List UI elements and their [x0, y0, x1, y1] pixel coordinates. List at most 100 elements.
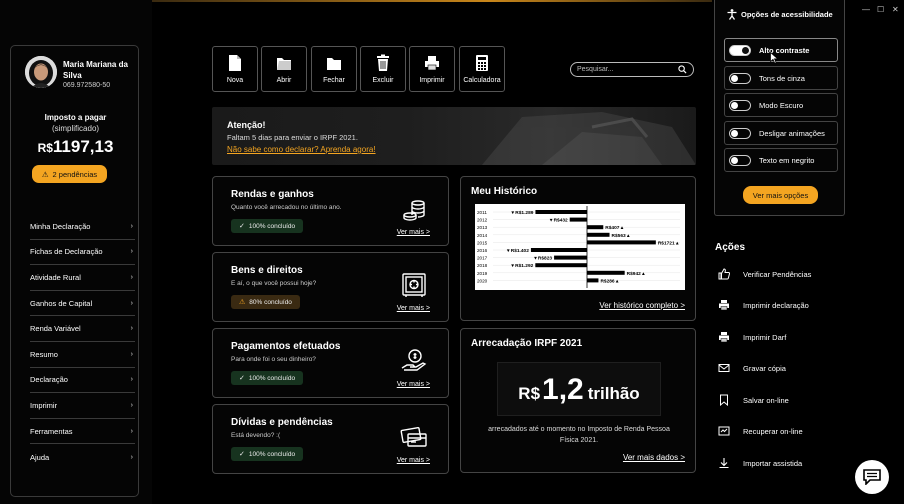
alert-background-image [482, 112, 696, 165]
card-title: Rendas e ganhos [231, 189, 314, 200]
more-options-button[interactable]: Ver mais opções [743, 186, 818, 204]
chevron-right-icon: › [130, 427, 133, 435]
option-high-contrast[interactable]: Alto contraste [724, 38, 838, 62]
action-check-pending[interactable]: Verificar Pendências [718, 268, 811, 280]
chart-data-label: R$942 ▴ [627, 271, 645, 277]
maximize-window-icon[interactable]: ☐ [877, 5, 884, 14]
card-dividas: Dívidas e pendências Está devendo? :( ✓ 1… [212, 404, 449, 474]
card-view-more-link[interactable]: Ver mais > [397, 305, 430, 312]
option-disable-animations[interactable]: Desligar animações [724, 121, 838, 145]
actions-title: Ações [715, 242, 746, 253]
new-button[interactable]: Nova [212, 46, 258, 92]
minimize-window-icon[interactable]: — [862, 5, 870, 14]
disable-animations-toggle[interactable] [729, 127, 751, 139]
sidebar-item-renda-variavel[interactable]: Renda Variável › [30, 316, 135, 342]
calculator-button[interactable]: Calculadora [459, 46, 505, 92]
calculator-icon [476, 55, 488, 71]
chart-data-label: ▾ R$1.292 [510, 263, 533, 269]
sidebar-menu: Minha Declaração › Fichas de Declaração › … [30, 214, 135, 470]
search-input[interactable]: Pesquisar... [570, 62, 694, 77]
card-bens: Bens e direitos E aí, o que você possui … [212, 252, 449, 322]
sidebar-item-atividade-rural[interactable]: Atividade Rural › [30, 265, 135, 291]
close-button[interactable]: Fechar [311, 46, 357, 92]
dark-mode-toggle[interactable] [729, 99, 751, 111]
status-badge-label: 100% concluído [248, 374, 296, 382]
chart-year-label: 2016 [477, 248, 488, 253]
chart-year-label: 2013 [477, 225, 488, 230]
action-assisted-import[interactable]: Importar assistida [718, 457, 802, 469]
mouse-cursor-icon [770, 52, 778, 64]
chart-year-label: 2019 [477, 271, 488, 276]
card-view-more-link[interactable]: Ver mais > [397, 229, 430, 236]
collection-more-link[interactable]: Ver mais dados > [623, 453, 685, 462]
sidebar-item-ajuda[interactable]: Ajuda › [30, 444, 135, 470]
chart-data-label: R$1721 ▴ [658, 240, 679, 246]
collection-number: 1,2 [542, 373, 584, 406]
accessibility-panel: Opções de acessibilidade Alto contraste … [714, 0, 845, 216]
card-title: Pagamentos efetuados [231, 341, 341, 352]
open-button[interactable]: Abrir [261, 46, 307, 92]
status-badge-label: 100% concluído [248, 222, 296, 230]
sidebar-item-declaracao[interactable]: Declaração › [30, 368, 135, 394]
pending-button[interactable]: ⚠ 2 pendências [32, 165, 107, 183]
accessibility-title-label: Opções de acessibilidade [741, 10, 833, 19]
sidebar-item-ferramentas[interactable]: Ferramentas › [30, 419, 135, 445]
chart-data-label: R$286 ▴ [600, 278, 618, 284]
action-print-darf[interactable]: Imprimir Darf [718, 331, 786, 343]
chevron-right-icon: › [130, 273, 133, 281]
close-window-icon[interactable]: ✕ [892, 5, 899, 14]
status-badge-label: 80% concluído [249, 298, 292, 306]
history-full-link[interactable]: Ver histórico completo > [599, 301, 685, 310]
card-view-more-link[interactable]: Ver mais > [397, 381, 430, 388]
sidebar-item-label: Ferramentas [30, 426, 73, 436]
bold-text-toggle[interactable] [729, 154, 751, 166]
action-print-declaration[interactable]: Imprimir declaração [718, 299, 809, 311]
chevron-right-icon: › [130, 222, 133, 230]
sidebar-item-minha-declaracao[interactable]: Minha Declaração › [30, 214, 135, 240]
chevron-right-icon: › [130, 248, 133, 256]
open-folder-icon [277, 58, 291, 70]
chart-bar [554, 255, 587, 260]
card-subtitle: Está devendo? :( [231, 432, 281, 439]
user-cpf: 069.972580-50 [63, 82, 111, 89]
tax-currency: R$ [37, 141, 53, 155]
envelope-icon [718, 364, 730, 372]
sidebar-item-ganhos-capital[interactable]: Ganhos de Capital › [30, 291, 135, 317]
delete-button[interactable]: Excluir [360, 46, 406, 92]
sidebar-item-resumo[interactable]: Resumo › [30, 342, 135, 368]
tax-amount: R$1197,13 [11, 137, 140, 157]
credit-cards-icon [400, 426, 427, 447]
chevron-right-icon: › [130, 401, 133, 409]
chart-year-label: 2014 [477, 233, 488, 238]
search-placeholder: Pesquisar... [577, 66, 614, 73]
sidebar-item-fichas[interactable]: Fichas de Declaração › [30, 240, 135, 266]
grayscale-toggle[interactable] [729, 72, 751, 84]
collection-panel: Arrecadação IRPF 2021 R$ 1,2 trilhão arr… [460, 328, 696, 473]
card-subtitle: Quanto você arrecadou no último ano. [231, 204, 342, 211]
action-save-copy[interactable]: Gravar cópia [718, 362, 786, 374]
option-grayscale[interactable]: Tons de cinza [724, 66, 838, 90]
chart-bar [587, 240, 656, 245]
card-view-more-link[interactable]: Ver mais > [397, 457, 430, 464]
chat-button[interactable] [855, 460, 889, 494]
bookmark-icon [720, 394, 728, 406]
option-dark-mode[interactable]: Modo Escuro [724, 93, 838, 117]
action-save-online[interactable]: Salvar on-line [718, 394, 789, 406]
tax-sub-label: (simplificado) [51, 124, 100, 133]
chart-bar [569, 217, 587, 222]
option-bold-text[interactable]: Texto em negrito [724, 148, 838, 172]
sidebar: Maria Mariana da Silva 069.972580-50 Imp… [10, 45, 139, 497]
card-title: Bens e direitos [231, 265, 303, 276]
high-contrast-toggle[interactable] [729, 44, 751, 56]
sidebar-item-imprimir[interactable]: Imprimir › [30, 393, 135, 419]
action-recover-online[interactable]: Recuperar on-line [718, 425, 803, 437]
status-badge: ✓ 100% concluído [231, 371, 304, 385]
search-icon[interactable] [678, 65, 687, 74]
option-label: Texto em negrito [759, 155, 815, 165]
history-panel: Meu Histórico 2011 ▾ R$1.289 2012 ▾ R$432 20… [460, 176, 696, 321]
print-button[interactable]: Imprimir [409, 46, 455, 92]
chat-icon [863, 469, 881, 485]
learn-now-link[interactable]: Não sabe como declarar? Aprenda agora! [227, 145, 376, 154]
sidebar-item-label: Fichas de Declaração [30, 247, 103, 257]
printer-icon [425, 56, 439, 71]
